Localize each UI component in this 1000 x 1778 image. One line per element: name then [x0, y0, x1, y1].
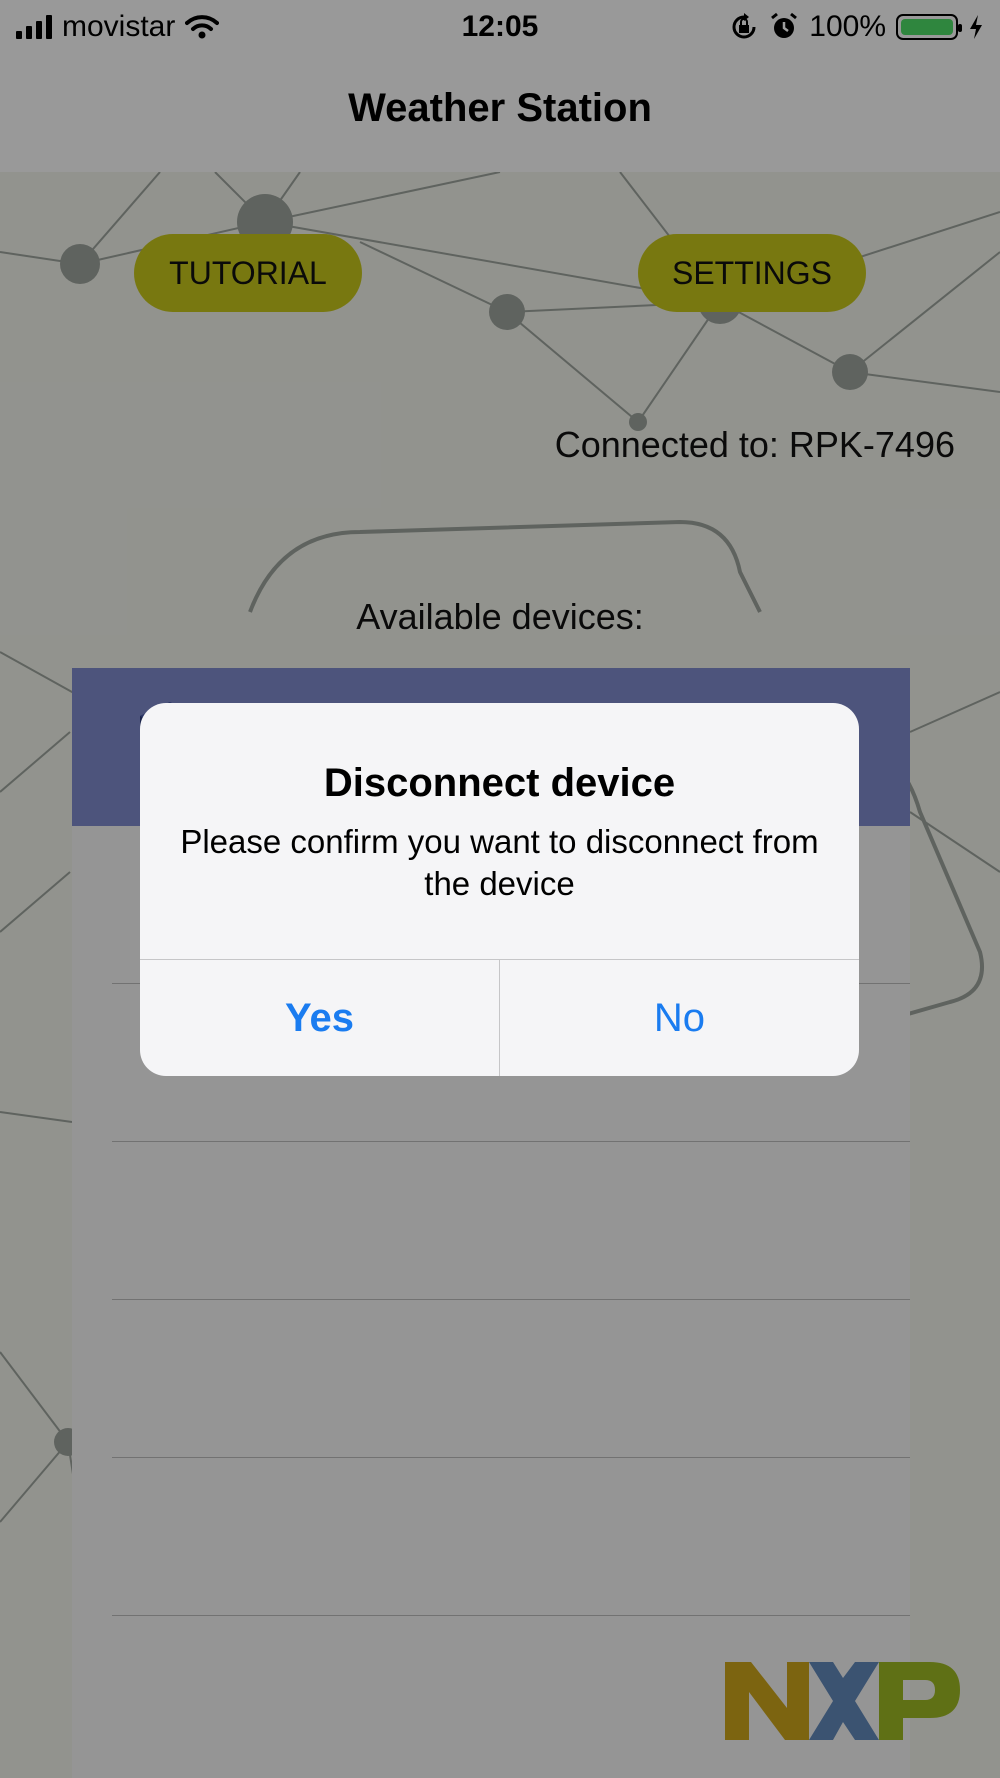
alert-message: Please confirm you want to disconnect fr…: [180, 823, 819, 902]
yes-button[interactable]: Yes: [140, 960, 499, 1076]
alert-title: Disconnect device: [323, 761, 676, 805]
disconnect-alert-dialog: Disconnect device Please confirm you wan…: [140, 703, 859, 1076]
no-button[interactable]: No: [500, 960, 859, 1076]
